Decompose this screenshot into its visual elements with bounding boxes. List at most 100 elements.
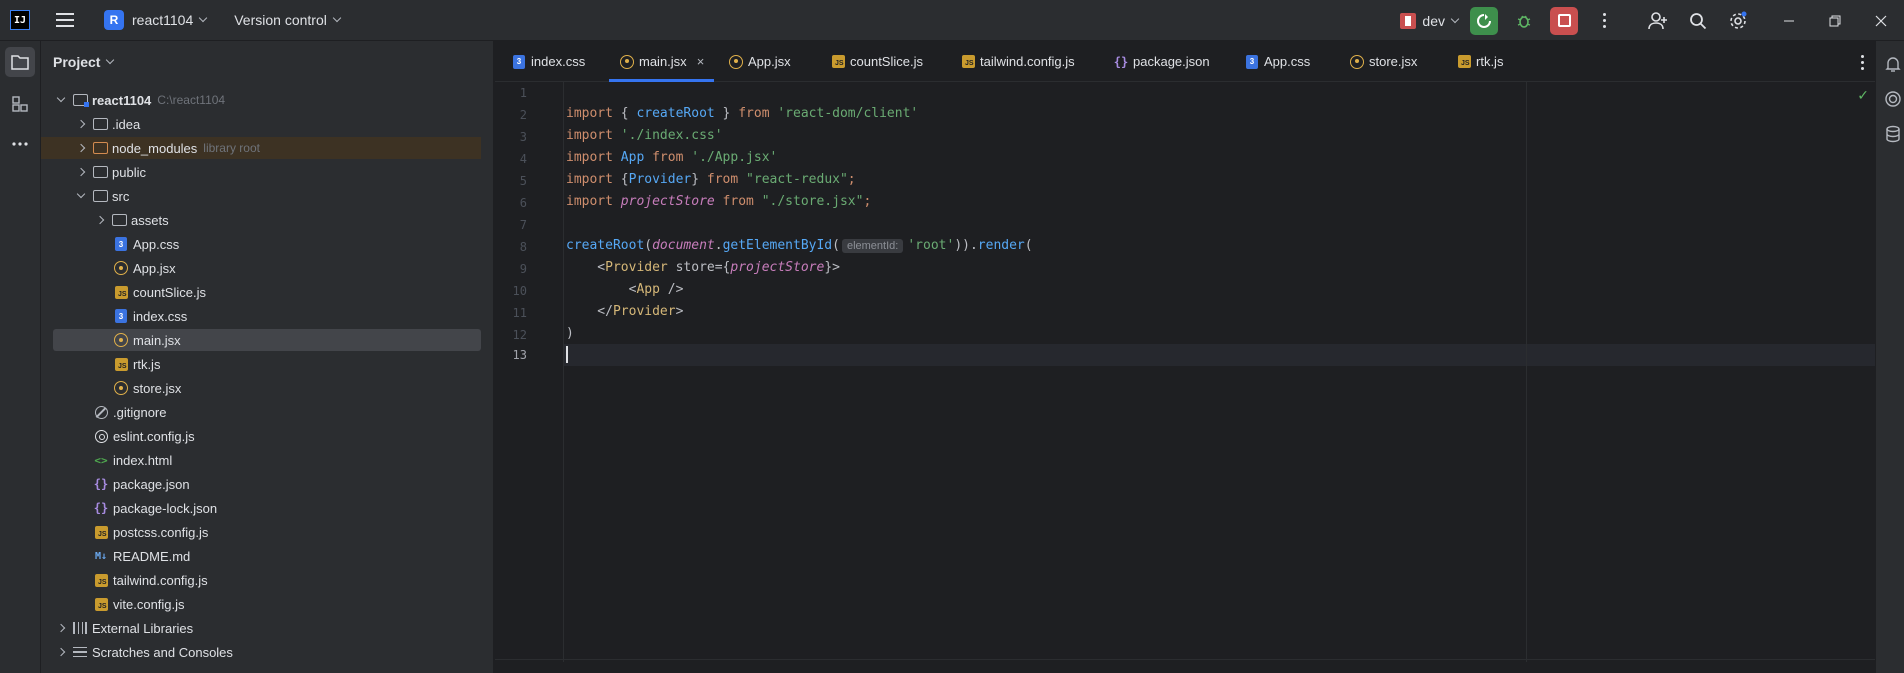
library-root-note: library root: [203, 141, 260, 155]
tree-item-label: README.md: [113, 548, 191, 564]
tree-item-react1104[interactable]: react1104 C:\react1104: [41, 89, 481, 111]
add-user-icon: [1648, 11, 1667, 29]
more-tools-button[interactable]: [5, 129, 35, 159]
code-line-3: import './index.css': [566, 128, 723, 143]
no-problems-check-icon[interactable]: ✓: [1857, 88, 1869, 104]
run-config-selector[interactable]: dev: [1400, 0, 1460, 41]
tab-label: index.css: [531, 54, 586, 69]
debug-button[interactable]: [1510, 7, 1538, 35]
tree-item-label: react1104: [92, 92, 152, 108]
tree-item-app-css[interactable]: 3 App.css: [41, 233, 481, 255]
js-file-icon: JS: [113, 356, 129, 372]
tree-item-scratches[interactable]: Scratches and Consoles: [41, 641, 481, 663]
tab-index-css[interactable]: 3 index.css: [511, 41, 585, 82]
close-tab-icon[interactable]: ×: [697, 54, 705, 69]
tree-item-app-jsx[interactable]: App.jsx: [41, 257, 481, 279]
tab-store-jsx[interactable]: store.jsx: [1349, 41, 1417, 82]
tree-item-postcss-config[interactable]: JS postcss.config.js: [41, 521, 481, 543]
right-margin-guide: [1526, 82, 1527, 662]
tab-app-jsx[interactable]: App.jsx: [728, 41, 791, 82]
project-switcher[interactable]: react1104: [124, 0, 208, 41]
database-icon[interactable]: [1884, 125, 1902, 143]
tab-package-json[interactable]: {} package.json: [1113, 41, 1210, 82]
tree-item-label: .gitignore: [113, 404, 167, 420]
tab-tailwind-config[interactable]: JS tailwind.config.js: [960, 41, 1075, 82]
tab-main-jsx[interactable]: main.jsx ×: [608, 41, 715, 82]
tree-item-src[interactable]: src: [41, 185, 481, 207]
version-control-menu[interactable]: Version control: [226, 0, 342, 41]
tree-item-readme[interactable]: M↓ README.md: [41, 545, 481, 567]
code-editor[interactable]: ✓ 1 2 3 4 5 6 7 8 9 10 11 12 13 import {…: [495, 82, 1875, 673]
tab-app-css[interactable]: 3 App.css: [1244, 41, 1310, 82]
chevron-down-icon: [56, 93, 66, 105]
project-panel-header[interactable]: Project: [41, 41, 493, 82]
horizontal-scrollbar[interactable]: [495, 659, 1875, 660]
tree-item-vite-config[interactable]: JS vite.config.js: [41, 593, 481, 615]
ai-assistant-icon[interactable]: [1884, 90, 1902, 108]
search-button[interactable]: [1684, 7, 1712, 35]
code-line-8: createRoot(document.getElementById(eleme…: [566, 238, 1033, 253]
tree-item-node-modules[interactable]: node_modules library root: [41, 137, 481, 159]
tree-item-countslice-js[interactable]: JS countSlice.js: [41, 281, 481, 303]
more-actions-button[interactable]: [1590, 7, 1618, 35]
close-icon: [1875, 15, 1887, 26]
tab-label: store.jsx: [1369, 54, 1418, 69]
tab-label: rtk.js: [1476, 54, 1504, 69]
gear-icon: [1730, 11, 1747, 29]
tree-item-rtk-js[interactable]: JS rtk.js: [41, 353, 481, 375]
tree-item-label: External Libraries: [92, 620, 194, 636]
close-window-button[interactable]: [1858, 0, 1904, 41]
tree-item-gitignore[interactable]: .gitignore: [41, 401, 481, 423]
tabs-more-icon[interactable]: [1861, 55, 1864, 70]
tree-item-public[interactable]: public: [41, 161, 481, 183]
tree-item-store-jsx[interactable]: store.jsx: [41, 377, 481, 399]
minimize-icon: [1784, 20, 1794, 21]
tab-label: App.css: [1264, 54, 1311, 69]
tree-item-package-lock-json[interactable]: {} package-lock.json: [41, 497, 481, 519]
tab-rtk-js[interactable]: JS rtk.js: [1456, 41, 1503, 82]
minimize-button[interactable]: [1766, 0, 1812, 41]
line-number: 9: [519, 262, 527, 276]
tree-item-label: postcss.config.js: [113, 524, 209, 540]
main-menu-icon[interactable]: [56, 13, 74, 27]
project-badge[interactable]: R: [104, 10, 124, 30]
add-user-button[interactable]: [1644, 7, 1672, 35]
structure-tool-button[interactable]: [5, 89, 35, 119]
restore-button[interactable]: [1812, 0, 1858, 41]
tab-countslice-js[interactable]: JS countSlice.js: [830, 41, 923, 82]
tree-item-external-libraries[interactable]: External Libraries: [41, 617, 481, 639]
tree-item-index-css[interactable]: 3 index.css: [41, 305, 481, 327]
markdown-file-icon: M↓: [94, 550, 108, 562]
line-number: 5: [519, 174, 527, 188]
line-number: 8: [519, 240, 527, 254]
tree-item-idea[interactable]: .idea: [41, 113, 481, 135]
tree-item-label: App.jsx: [133, 260, 176, 276]
code-line-6: import projectStore from "./store.jsx";: [566, 194, 872, 209]
notifications-icon[interactable]: [1884, 55, 1902, 73]
tree-item-tailwind-config[interactable]: JS tailwind.config.js: [41, 569, 481, 591]
parameter-hint: elementId:: [841, 239, 904, 253]
rerun-button[interactable]: [1470, 6, 1498, 35]
tree-item-main-jsx[interactable]: main.jsx: [53, 329, 481, 351]
stop-button[interactable]: [1550, 6, 1578, 35]
tree-item-index-html[interactable]: <> index.html: [41, 449, 481, 471]
tree-item-package-json[interactable]: {} package.json: [41, 473, 481, 495]
chevron-right-icon: [76, 167, 86, 177]
more-vertical-icon: [1602, 13, 1606, 28]
project-name: react1104: [132, 12, 194, 28]
settings-button[interactable]: [1724, 7, 1752, 35]
tree-item-label: package.json: [113, 476, 190, 492]
tree-item-label: eslint.config.js: [113, 428, 195, 444]
project-panel: Project react1104 C:\react1104 .idea nod…: [41, 41, 494, 673]
folder-icon: [92, 140, 108, 156]
intellij-logo-icon[interactable]: IJ: [10, 10, 30, 30]
js-file-icon: JS: [113, 284, 129, 300]
tree-item-assets[interactable]: assets: [41, 209, 481, 231]
tab-label: package.json: [1133, 54, 1210, 69]
project-tool-button[interactable]: [5, 47, 35, 77]
tree-item-label: index.html: [113, 452, 173, 468]
js-file-icon: JS: [93, 524, 109, 540]
line-number: 4: [519, 152, 527, 166]
tree-item-eslint-config[interactable]: eslint.config.js: [41, 425, 481, 447]
chevron-right-icon: [56, 623, 66, 633]
